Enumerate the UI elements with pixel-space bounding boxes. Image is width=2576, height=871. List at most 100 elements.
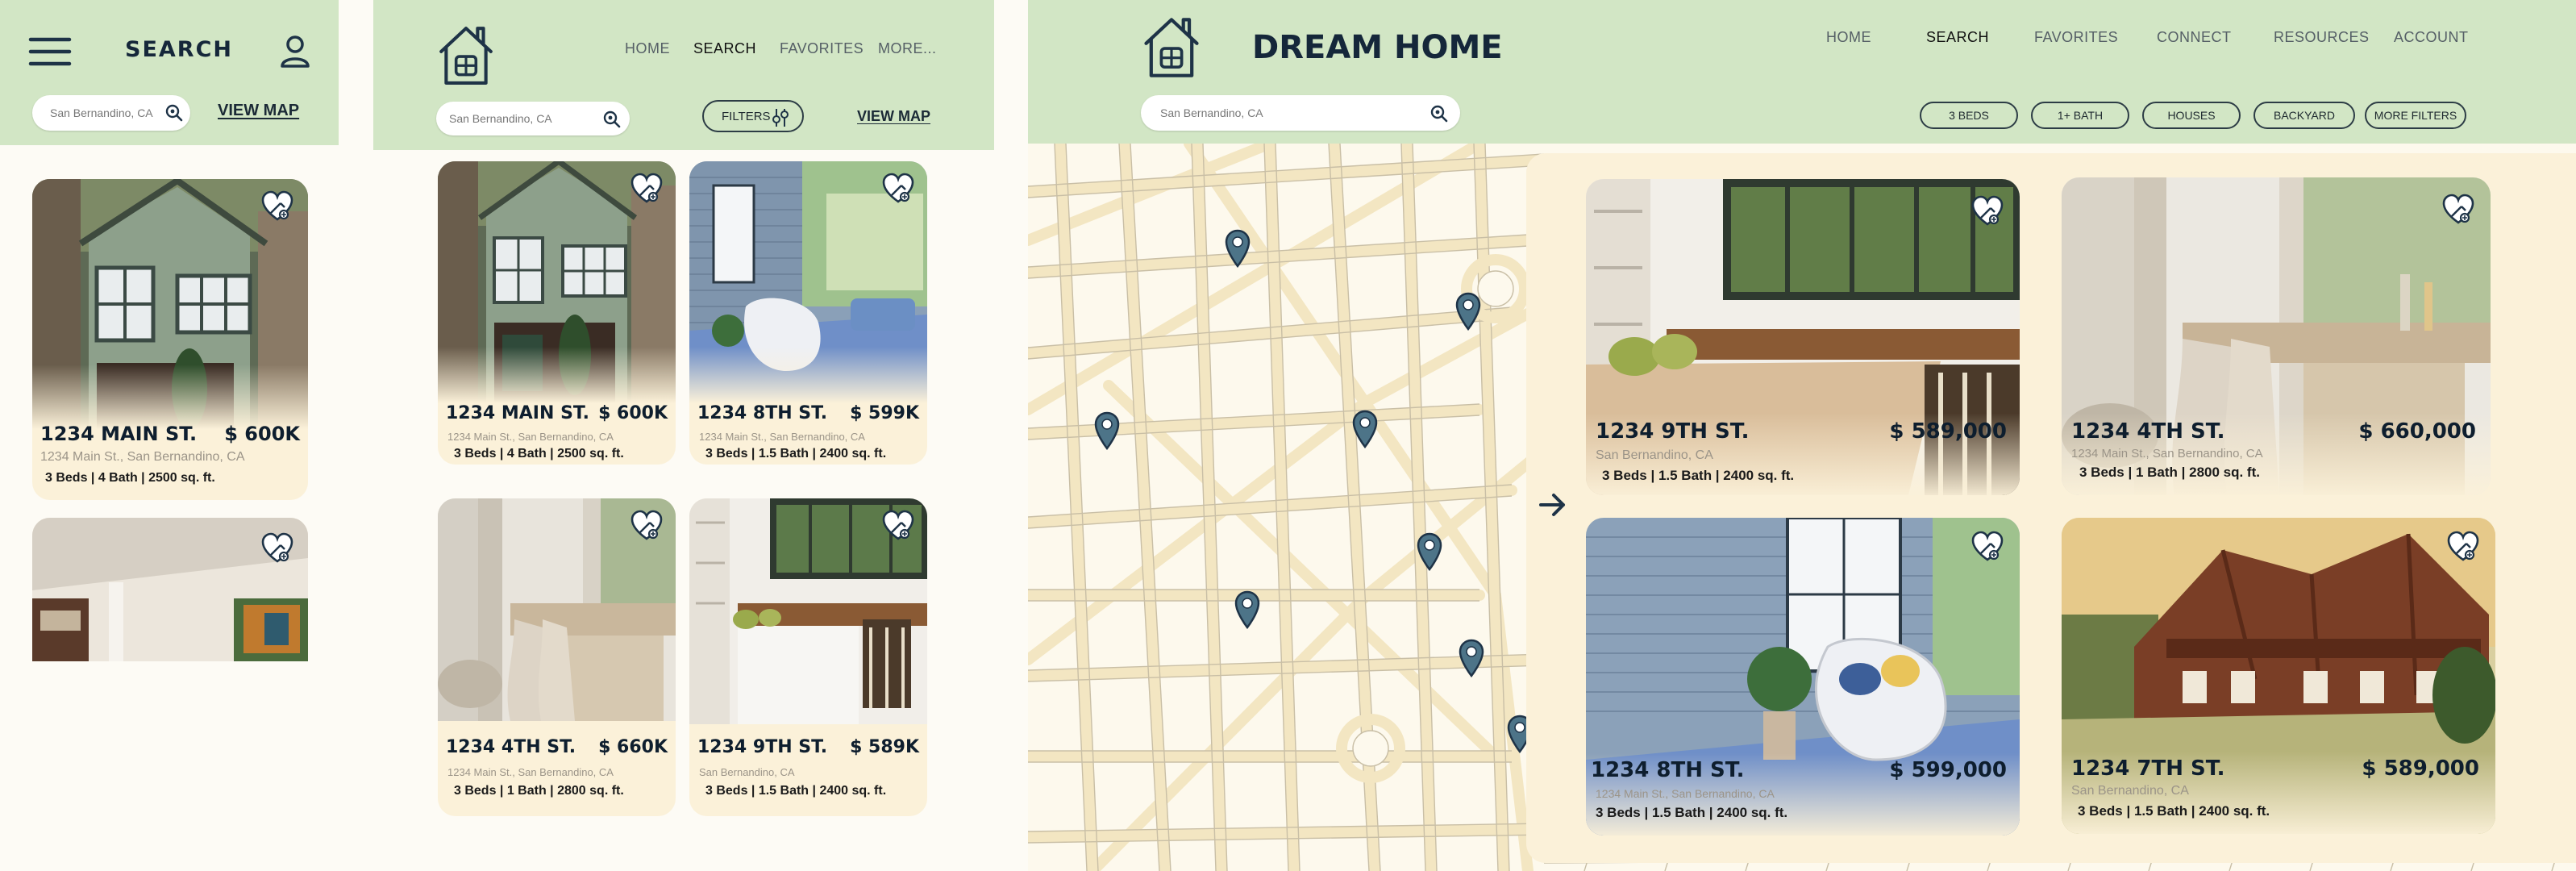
search-input[interactable]: San Bernandino, CA (32, 95, 190, 131)
nav-home[interactable]: HOME (1826, 29, 1871, 46)
heart-icon[interactable] (880, 508, 916, 544)
listing-card[interactable]: 1234 9TH ST. $ 589K San Bernandino, CA 3… (689, 498, 927, 816)
listing-card[interactable]: 1234 8TH ST. $ 599,000 1234 Main St., Sa… (1586, 518, 2020, 836)
nav-favorites[interactable]: FAVORITES (2034, 29, 2118, 46)
listing-card[interactable]: 1234 9TH ST. $ 589,000 San Bernandino, C… (1586, 179, 2020, 495)
nav-more[interactable]: MORE... (878, 40, 937, 57)
nav-account[interactable]: ACCOUNT (2394, 29, 2469, 46)
listing-title: 1234 9TH ST. (697, 737, 828, 757)
heart-icon[interactable] (2445, 529, 2481, 565)
listing-card[interactable] (32, 518, 308, 661)
filter-more[interactable]: MORE FILTERS (2365, 102, 2466, 129)
mobile-frame: SEARCH San Bernandino, CA VIEW MAP 1234 … (0, 0, 339, 871)
listing-price: $ 589K (850, 737, 919, 757)
listing-address: 1234 Main St., San Bernandino, CA (699, 431, 865, 443)
mobile-header: SEARCH San Bernandino, CA VIEW MAP (0, 0, 339, 145)
search-icon[interactable] (602, 110, 622, 129)
arrow-right-icon[interactable] (1536, 489, 1568, 521)
map-pin-icon[interactable] (1455, 292, 1481, 331)
listing-title: 1234 8TH ST. (697, 403, 828, 423)
heart-icon[interactable] (2441, 192, 2476, 227)
listing-address: 1234 Main St., San Bernandino, CA (447, 766, 614, 778)
listing-title: 1234 4TH ST. (2071, 419, 2225, 444)
listing-card[interactable]: 1234 MAIN ST. $ 600K 1234 Main St., San … (32, 179, 308, 500)
card-fade (689, 347, 927, 403)
listing-price: $ 589,000 (1889, 419, 2007, 444)
desktop-frame: DREAM HOME HOME SEARCH FAVORITES CONNECT… (1028, 0, 2576, 871)
heart-icon[interactable] (260, 189, 295, 224)
map-pin-icon[interactable] (1352, 410, 1378, 448)
filters-button[interactable]: FILTERS (702, 100, 804, 132)
house-logo-icon[interactable] (435, 21, 497, 89)
listing-specs: 3 Beds | 4 Bath | 2500 sq. ft. (454, 447, 624, 461)
listing-specs: 3 Beds | 1.5 Bath | 2400 sq. ft. (705, 447, 887, 461)
listing-specs: 3 Beds | 1.5 Bath | 2400 sq. ft. (1596, 805, 1788, 820)
map-pin-icon[interactable] (1094, 411, 1120, 450)
listing-title: 1234 7TH ST. (2071, 756, 2225, 781)
listing-title: 1234 9TH ST. (1596, 419, 1750, 444)
listing-price: $ 660,000 (2358, 419, 2476, 444)
nav-search[interactable]: SEARCH (1926, 29, 1989, 46)
view-map-link[interactable]: VIEW MAP (218, 102, 299, 120)
listing-price: $ 599K (850, 403, 919, 423)
nav-connect[interactable]: CONNECT (2157, 29, 2232, 46)
menu-icon[interactable] (27, 35, 73, 68)
map-pin-icon[interactable] (1234, 590, 1260, 629)
nav-home[interactable]: HOME (625, 40, 670, 57)
nav-favorites[interactable]: FAVORITES (780, 40, 864, 57)
tablet-frame: HOME SEARCH FAVORITES MORE... San Bernan… (373, 0, 994, 871)
listing-card[interactable]: 1234 4TH ST. $ 660,000 1234 Main St., Sa… (2062, 177, 2491, 495)
listing-price: $ 660K (598, 737, 668, 757)
listing-specs: 3 Beds | 1 Bath | 2800 sq. ft. (454, 784, 624, 798)
listing-address: San Bernandino, CA (699, 766, 795, 778)
listing-specs: 3 Beds | 1.5 Bath | 2400 sq. ft. (2078, 803, 2270, 819)
listing-price: $ 599,000 (1889, 758, 2007, 782)
view-map-link[interactable]: VIEW MAP (857, 108, 930, 125)
listing-address: 1234 Main St., San Bernandino, CA (2071, 447, 2263, 461)
nav-search[interactable]: SEARCH (693, 40, 756, 57)
map-pin-icon[interactable] (1225, 229, 1251, 268)
nav-resources[interactable]: RESOURCES (2274, 29, 2370, 46)
listing-specs: 3 Beds | 1.5 Bath | 2400 sq. ft. (705, 784, 887, 798)
listing-address: 1234 Main St., San Bernandino, CA (447, 431, 614, 443)
listing-title: 1234 MAIN ST. (446, 403, 589, 423)
filter-backyard[interactable]: BACKYARD (2253, 102, 2355, 129)
listing-specs: 3 Beds | 4 Bath | 2500 sq. ft. (45, 471, 215, 485)
tablet-header: HOME SEARCH FAVORITES MORE... San Bernan… (373, 0, 994, 150)
heart-icon[interactable] (1970, 529, 2005, 565)
card-fade (438, 347, 676, 403)
listing-price: $ 600K (598, 403, 668, 423)
search-icon[interactable] (1429, 104, 1449, 123)
listing-title: 1234 MAIN ST. (40, 423, 198, 445)
listing-price: $ 589,000 (2362, 756, 2479, 781)
listing-card[interactable]: 1234 7TH ST. $ 589,000 San Bernandino, C… (2062, 518, 2495, 834)
heart-icon[interactable] (629, 508, 664, 544)
search-input[interactable]: San Bernandino, CA (1141, 95, 1460, 131)
filter-3-beds[interactable]: 3 BEDS (1920, 102, 2018, 129)
heart-icon[interactable] (1970, 194, 2005, 229)
desktop-header: DREAM HOME HOME SEARCH FAVORITES CONNECT… (1028, 0, 2576, 144)
brand-title: DREAM HOME (1252, 29, 1503, 66)
map-pin-icon[interactable] (1459, 639, 1484, 677)
user-icon[interactable] (277, 34, 313, 69)
search-icon[interactable] (164, 103, 184, 123)
filter-icon (772, 109, 789, 127)
house-logo-icon[interactable] (1139, 13, 1204, 81)
listing-address: San Bernandino, CA (1596, 448, 1713, 462)
listing-specs: 3 Beds | 1.5 Bath | 2400 sq. ft. (1602, 468, 1795, 483)
heart-icon[interactable] (880, 171, 916, 206)
card-fade (32, 365, 308, 429)
search-input[interactable]: San Bernandino, CA (436, 102, 630, 135)
listing-card[interactable]: 1234 8TH ST. $ 599K 1234 Main St., San B… (689, 161, 927, 465)
page-title: SEARCH (125, 37, 233, 62)
listing-card[interactable]: 1234 MAIN ST. $ 600K 1234 Main St., San … (438, 161, 676, 465)
listing-card[interactable]: 1234 4TH ST. $ 660K 1234 Main St., San B… (438, 498, 676, 816)
listing-address: 1234 Main St., San Bernandino, CA (1596, 787, 1775, 800)
heart-icon[interactable] (260, 531, 295, 566)
filter-houses[interactable]: HOUSES (2142, 102, 2241, 129)
heart-icon[interactable] (629, 171, 664, 206)
map-pin-icon[interactable] (1417, 532, 1442, 571)
filter-bath[interactable]: 1+ BATH (2031, 102, 2129, 129)
listing-address: San Bernandino, CA (2071, 784, 2189, 798)
listing-address: 1234 Main St., San Bernandino, CA (40, 450, 245, 464)
